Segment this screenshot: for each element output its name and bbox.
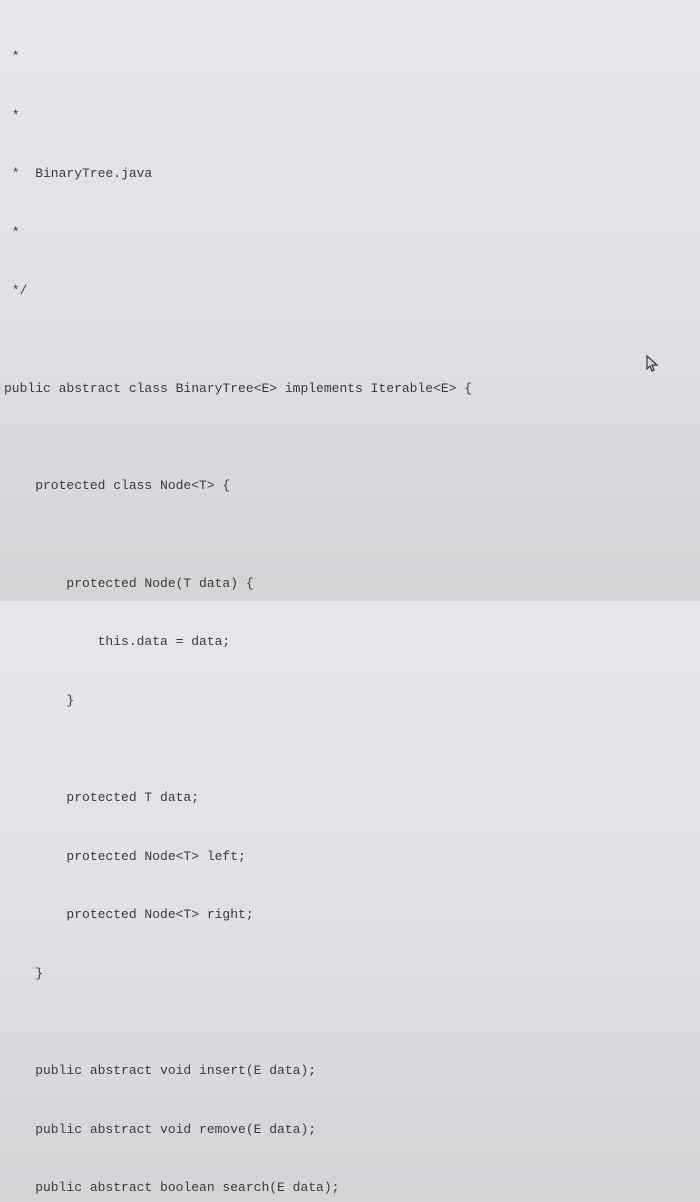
code-line: public abstract void insert(E data);: [4, 1061, 700, 1081]
code-line: *: [4, 47, 700, 67]
code-line: public abstract class BinaryTree<E> impl…: [4, 379, 700, 399]
code-line: *: [4, 106, 700, 126]
code-line: protected Node<T> left;: [4, 847, 700, 867]
code-line: *: [4, 223, 700, 243]
code-line: protected Node(T data) {: [4, 574, 700, 594]
code-line: * BinaryTree.java: [4, 164, 700, 184]
code-line: protected T data;: [4, 788, 700, 808]
code-block: * * * BinaryTree.java * */ public abstra…: [4, 8, 700, 1202]
code-line: protected Node<T> right;: [4, 905, 700, 925]
code-line: public abstract void remove(E data);: [4, 1120, 700, 1140]
code-line: public abstract boolean search(E data);: [4, 1178, 700, 1198]
code-line: protected class Node<T> {: [4, 476, 700, 496]
code-line: }: [4, 964, 700, 984]
code-line: this.data = data;: [4, 632, 700, 652]
code-line: }: [4, 691, 700, 711]
code-line: */: [4, 281, 700, 301]
